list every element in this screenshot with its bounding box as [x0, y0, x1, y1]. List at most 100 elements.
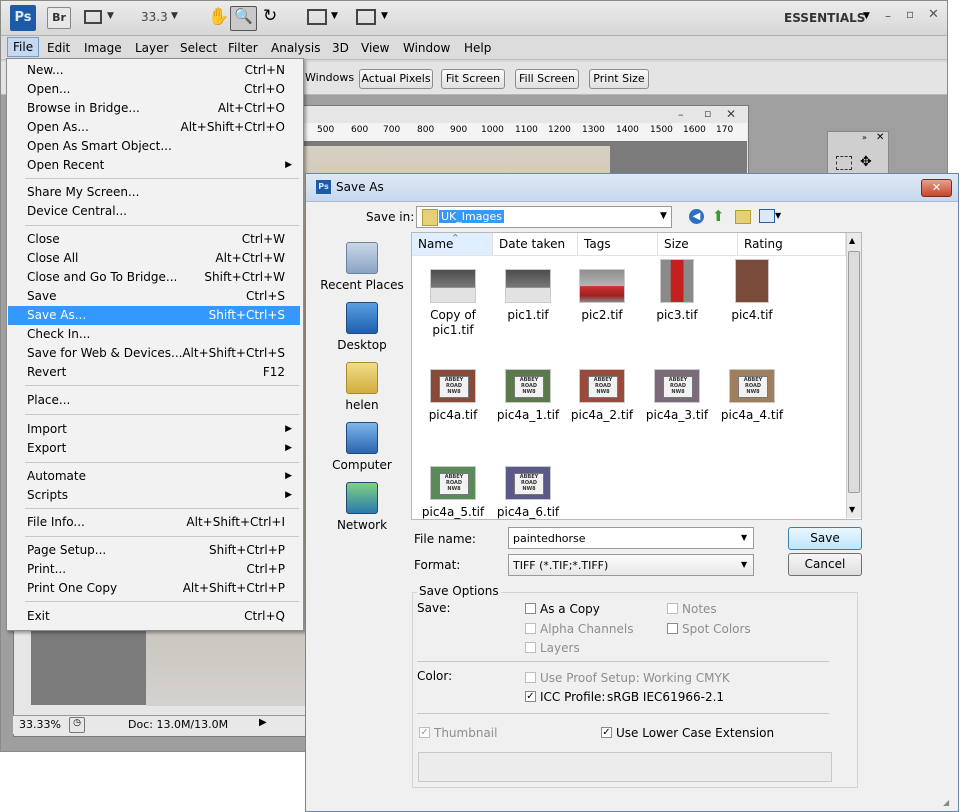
alpha-channels-checkbox[interactable]	[525, 623, 536, 634]
chevron-down-icon[interactable]: ▼	[660, 211, 667, 221]
chevron-down-icon[interactable]: ▼	[331, 11, 338, 21]
maximize-icon[interactable]: ▫	[704, 107, 711, 120]
chevron-down-icon[interactable]: ▼	[741, 560, 747, 569]
menu-item-browse-in-bridge[interactable]: Browse in Bridge... Alt+Ctrl+O	[8, 99, 300, 118]
menu-item-save[interactable]: Save Ctrl+S	[8, 287, 300, 306]
menu-item-close-all[interactable]: Close All Alt+Ctrl+W	[8, 249, 300, 268]
file-item[interactable]: ABBEY ROAD NW8 pic4a_2.tif	[566, 369, 638, 423]
menu-item-automate[interactable]: Automate ▶	[8, 467, 300, 486]
menu-item-place[interactable]: Place...	[8, 391, 300, 410]
menu-item-scripts[interactable]: Scripts ▶	[8, 486, 300, 505]
menu-item-open[interactable]: Open... Ctrl+O	[8, 80, 300, 99]
menu-item-open-recent[interactable]: Open Recent ▶	[8, 156, 300, 175]
zoom-level[interactable]: 33.3	[141, 10, 168, 24]
place-computer[interactable]: Computer	[318, 422, 406, 472]
icc-profile-checkbox[interactable]: ✓	[525, 691, 536, 702]
spot-colors-checkbox[interactable]	[667, 623, 678, 634]
fit-screen-button[interactable]: Fit Screen	[441, 69, 505, 89]
status-menu-icon[interactable]: ◷	[69, 717, 85, 733]
menu-item-save-as[interactable]: Save As... Shift+Ctrl+S	[8, 306, 300, 325]
vertical-scrollbar[interactable]: ▲ ▼	[846, 233, 861, 518]
menu-window[interactable]: Window	[398, 39, 455, 57]
chevron-down-icon[interactable]: ▼	[381, 11, 388, 21]
menu-image[interactable]: Image	[79, 39, 127, 57]
column-rating[interactable]: Rating	[738, 233, 846, 255]
scrollbar-thumb[interactable]	[848, 251, 860, 493]
as-a-copy-checkbox[interactable]	[525, 603, 536, 614]
menu-item-exit[interactable]: Exit Ctrl+Q	[8, 607, 300, 626]
column-size[interactable]: Size	[658, 233, 738, 255]
close-icon[interactable]: ✕	[928, 7, 939, 22]
close-icon[interactable]: ✕	[726, 107, 736, 121]
notes-checkbox[interactable]	[667, 603, 678, 614]
menu-layer[interactable]: Layer	[130, 39, 173, 57]
scroll-up-icon[interactable]: ▲	[849, 236, 855, 245]
workspace-switcher[interactable]: ESSENTIALS	[784, 11, 865, 25]
file-item[interactable]: pic2.tif	[566, 269, 638, 323]
menu-item-import[interactable]: Import ▶	[8, 420, 300, 439]
file-item[interactable]: ABBEY ROAD NW8 pic4a_6.tif	[492, 466, 564, 520]
menu-3d[interactable]: 3D	[327, 39, 354, 57]
menu-item-share-my-screen[interactable]: Share My Screen...	[8, 183, 300, 202]
menu-file[interactable]: File	[7, 37, 40, 57]
column-tags[interactable]: Tags	[578, 233, 658, 255]
save-in-dropdown[interactable]: UK_Images ▼	[416, 206, 672, 228]
menu-item-save-for-web[interactable]: Save for Web & Devices... Alt+Shift+Ctrl+…	[8, 344, 300, 363]
menu-item-revert[interactable]: Revert F12	[8, 363, 300, 382]
chevron-down-icon[interactable]: ▼	[107, 11, 114, 21]
bridge-launch-button[interactable]: Br	[47, 7, 71, 29]
menu-item-print[interactable]: Print... Ctrl+P	[8, 560, 300, 579]
menu-view[interactable]: View	[356, 39, 394, 57]
menu-filter[interactable]: Filter	[223, 39, 263, 57]
file-name-input[interactable]: paintedhorse ▼	[508, 527, 754, 549]
menu-item-file-info[interactable]: File Info... Alt+Shift+Ctrl+I	[8, 513, 300, 532]
menu-item-print-one-copy[interactable]: Print One Copy Alt+Shift+Ctrl+P	[8, 579, 300, 598]
place-recent-places[interactable]: Recent Places	[318, 242, 406, 292]
maximize-icon[interactable]: ▫	[906, 7, 914, 21]
menu-analysis[interactable]: Analysis	[266, 39, 325, 57]
place-network[interactable]: Network	[318, 482, 406, 532]
rotate-view-icon[interactable]: ↻	[263, 6, 277, 26]
menu-edit[interactable]: Edit	[42, 39, 75, 57]
up-folder-icon[interactable]: ⬆	[712, 207, 725, 225]
file-item[interactable]: pic3.tif	[641, 259, 713, 323]
collapse-panel-icon[interactable]: »	[862, 133, 867, 142]
file-item[interactable]: pic1.tif	[492, 269, 564, 323]
close-icon[interactable]: ✕	[921, 179, 952, 197]
new-folder-icon[interactable]	[735, 210, 751, 224]
place-desktop[interactable]: Desktop	[318, 302, 406, 352]
use-proof-setup-checkbox[interactable]	[525, 672, 536, 683]
minimize-icon[interactable]: –	[885, 9, 891, 23]
lower-case-extension-checkbox[interactable]: ✓	[601, 727, 612, 738]
menu-item-check-in[interactable]: Check In...	[8, 325, 300, 344]
file-item[interactable]: ABBEY ROAD NW8 pic4a_5.tif	[417, 466, 489, 520]
hand-tool-icon[interactable]: ✋	[208, 7, 229, 27]
chevron-down-icon[interactable]: ▼	[863, 11, 870, 21]
save-button[interactable]: Save	[788, 527, 862, 550]
scroll-down-icon[interactable]: ▼	[849, 505, 855, 514]
menu-item-device-central[interactable]: Device Central...	[8, 202, 300, 221]
zoom-tool-icon[interactable]: 🔍	[230, 6, 257, 31]
marquee-tool-icon[interactable]	[836, 156, 852, 170]
format-dropdown[interactable]: TIFF (*.TIF;*.TIFF) ▼	[508, 554, 754, 576]
resize-grip-icon[interactable]: ◢	[943, 798, 949, 807]
chevron-down-icon[interactable]: ▼	[171, 11, 178, 21]
view-menu-icon[interactable]	[759, 209, 775, 223]
file-item[interactable]: ABBEY ROAD NW8 pic4a_3.tif	[641, 369, 713, 423]
resize-windows-option[interactable]: Windows	[305, 71, 354, 84]
play-icon[interactable]: ▶	[259, 717, 267, 728]
file-item[interactable]: ABBEY ROAD NW8 pic4a_4.tif	[716, 369, 788, 423]
move-tool-icon[interactable]: ✥	[860, 154, 872, 170]
file-item[interactable]: ABBEY ROAD NW8 pic4a_1.tif	[492, 369, 564, 423]
close-icon[interactable]: ✕	[876, 132, 884, 143]
thumbnail-checkbox[interactable]: ✓	[419, 727, 430, 738]
print-size-button[interactable]: Print Size	[589, 69, 649, 89]
menu-item-open-as[interactable]: Open As... Alt+Shift+Ctrl+O	[8, 118, 300, 137]
menu-item-export[interactable]: Export ▶	[8, 439, 300, 458]
fill-screen-button[interactable]: Fill Screen	[515, 69, 579, 89]
menu-help[interactable]: Help	[459, 39, 496, 57]
menu-item-open-as-smart-object[interactable]: Open As Smart Object...	[8, 137, 300, 156]
column-date-taken[interactable]: Date taken	[493, 233, 578, 255]
view-extras-icon[interactable]	[84, 10, 102, 24]
screen-mode-icon[interactable]	[356, 9, 376, 25]
